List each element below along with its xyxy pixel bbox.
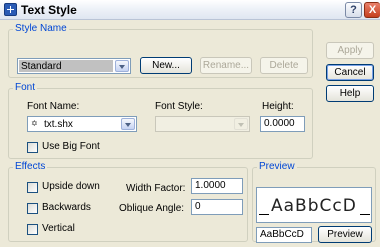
use-big-font-label: Use Big Font xyxy=(42,141,100,152)
help-button[interactable]: Help xyxy=(326,85,374,102)
font-name-value: txt.shx xyxy=(44,119,73,130)
oblique-angle-input[interactable]: 0 xyxy=(191,199,243,215)
preview-sample-text: AaBbCcD xyxy=(271,196,357,216)
app-icon xyxy=(4,3,17,16)
help-icon[interactable]: ? xyxy=(345,2,362,18)
vertical-label: Vertical xyxy=(42,223,75,234)
height-input[interactable]: 0.0000 xyxy=(260,116,305,132)
chevron-down-icon[interactable] xyxy=(234,118,248,130)
font-type-icon: ✡ xyxy=(31,119,38,128)
close-icon[interactable]: X xyxy=(364,2,380,18)
apply-button[interactable]: Apply xyxy=(326,42,374,59)
font-name-label: Font Name: xyxy=(27,101,80,112)
chevron-down-icon[interactable] xyxy=(121,118,135,130)
width-factor-label: Width Factor: xyxy=(126,183,186,194)
preview-baseline-left xyxy=(259,214,269,215)
upside-down-checkbox[interactable] xyxy=(27,182,38,193)
backwards-checkbox[interactable] xyxy=(27,203,38,214)
style-name-legend: Style Name xyxy=(15,23,67,34)
preview-text-input[interactable]: AaBbCcD xyxy=(256,227,312,243)
width-factor-input[interactable]: 1.0000 xyxy=(191,178,243,194)
preview-canvas: AaBbCcD xyxy=(256,187,372,223)
rename-style-button[interactable]: Rename... xyxy=(200,57,252,74)
use-big-font-checkbox[interactable] xyxy=(27,142,38,153)
oblique-angle-label: Oblique Angle: xyxy=(119,203,185,214)
backwards-label: Backwards xyxy=(42,202,91,213)
title-bar[interactable]: Text Style ? X xyxy=(0,0,380,20)
cancel-button[interactable]: Cancel xyxy=(326,64,374,81)
font-style-label: Font Style: xyxy=(155,101,203,112)
upside-down-label: Upside down xyxy=(42,181,100,192)
delete-style-button[interactable]: Delete xyxy=(260,57,308,74)
font-style-dropdown[interactable] xyxy=(155,116,250,132)
preview-button[interactable]: Preview xyxy=(318,226,372,243)
style-name-dropdown[interactable]: Standard xyxy=(17,58,131,74)
window-title: Text Style xyxy=(21,3,77,17)
vertical-checkbox[interactable] xyxy=(27,224,38,235)
height-label: Height: xyxy=(262,101,294,112)
preview-baseline-right xyxy=(360,214,370,215)
effects-legend: Effects xyxy=(15,161,46,172)
font-legend: Font xyxy=(15,82,36,93)
chevron-down-icon[interactable] xyxy=(115,60,129,72)
preview-legend: Preview xyxy=(259,161,295,172)
style-name-value: Standard xyxy=(21,61,62,72)
font-name-dropdown[interactable]: ✡ txt.shx xyxy=(27,116,137,132)
new-style-button[interactable]: New... xyxy=(140,57,192,74)
